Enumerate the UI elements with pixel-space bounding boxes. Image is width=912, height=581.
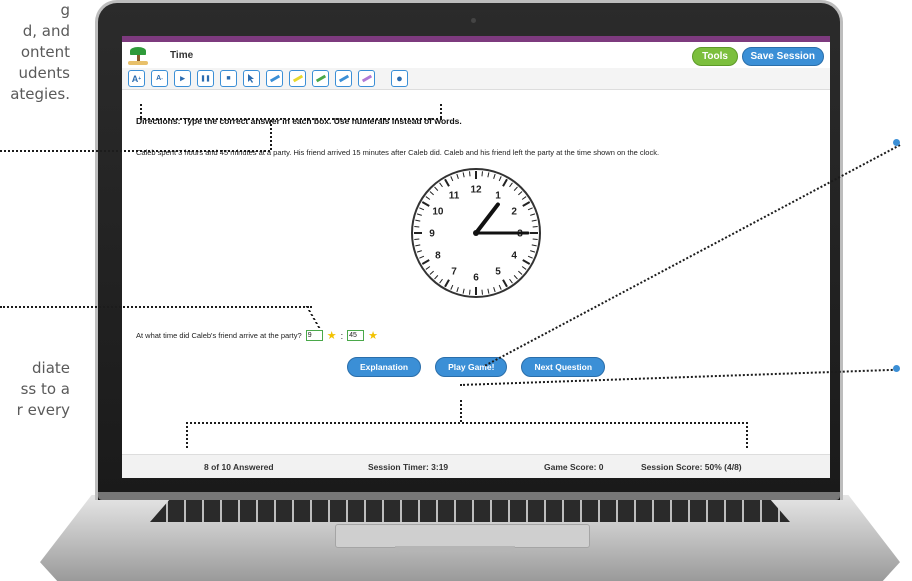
callout-dot-icon — [893, 365, 900, 372]
palm-tree-logo-icon — [128, 45, 148, 65]
highlighter-blue-icon[interactable] — [266, 70, 283, 87]
laptop-trackpad — [335, 524, 590, 548]
highlighter-purple-icon[interactable] — [358, 70, 375, 87]
clock-number: 9 — [429, 229, 435, 240]
side-copy-line: diate — [32, 359, 70, 377]
callout-line — [140, 118, 442, 120]
clock-tick — [414, 238, 420, 240]
side-copy-line: ategies. — [10, 85, 70, 103]
side-copy-line: ontent — [20, 43, 70, 61]
next-question-button[interactable]: Next Question — [521, 357, 606, 377]
question-text: At what time did Caleb's friend arrive a… — [136, 331, 302, 340]
clock-number: 11 — [449, 190, 460, 201]
callout-line — [186, 422, 748, 424]
stop-icon[interactable]: ■ — [220, 70, 237, 87]
clock-tick — [469, 171, 471, 177]
clock-tick — [532, 238, 538, 240]
side-copy-line: ss to a — [20, 380, 70, 398]
app-header: Time Tools Save Session — [122, 42, 830, 68]
clock-tick — [414, 226, 420, 228]
app-screen: Time Tools Save Session A + A- ▸ ❚❚ ■ ● D… — [122, 36, 830, 478]
explanation-button[interactable]: Explanation — [346, 357, 422, 377]
font-increase-button[interactable]: A + — [128, 70, 145, 87]
minute-input[interactable]: 45 — [347, 330, 365, 341]
analog-clock: 121234567891011 — [406, 163, 546, 303]
side-copy-top: g d, and ontent udents ategies. — [0, 0, 70, 105]
callout-line — [746, 422, 748, 448]
clock-number: 6 — [473, 273, 479, 284]
callout-line — [0, 150, 270, 152]
font-decrease-button[interactable]: A- — [151, 70, 168, 87]
session-score: Session Score: 50% (4/8) — [641, 461, 742, 472]
side-copy-line: d, and — [22, 22, 70, 40]
status-bar: 8 of 10 Answered Session Timer: 3:19 Gam… — [122, 454, 830, 478]
highlighter-yellow-icon[interactable] — [289, 70, 306, 87]
star-icon: ★ — [368, 330, 378, 342]
game-score: Game Score: 0 — [544, 461, 604, 472]
clock-number: 8 — [435, 251, 441, 262]
clock-number: 2 — [511, 207, 517, 218]
laptop-keyboard — [150, 500, 790, 522]
side-copy-line: g — [60, 1, 70, 19]
star-icon: ★ — [326, 330, 337, 342]
hour-input[interactable]: 9 — [305, 330, 323, 341]
highlighter-green-icon[interactable] — [312, 70, 329, 87]
record-icon[interactable]: ● — [391, 70, 408, 87]
answer-row: At what time did Caleb's friend arrive a… — [136, 329, 378, 342]
callout-line — [140, 104, 142, 118]
clock-number: 5 — [495, 267, 501, 278]
pause-icon[interactable]: ❚❚ — [197, 70, 214, 87]
question-area: Directions: Type the correct answer in e… — [122, 116, 830, 303]
clock-face: 121234567891011 — [411, 168, 541, 298]
clock-tick — [469, 289, 471, 295]
callout-dot-icon — [893, 139, 900, 146]
side-copy-line: udents — [18, 64, 70, 82]
save-session-button[interactable]: Save Session — [741, 47, 824, 66]
laptop-notch — [395, 546, 515, 552]
toolbar: A + A- ▸ ❚❚ ■ ● — [122, 68, 830, 90]
answered-count: 8 of 10 Answered — [204, 461, 274, 472]
clock-tick — [481, 171, 483, 177]
page-title: Time — [170, 49, 194, 61]
side-copy-middle: diate ss to a r every — [0, 358, 70, 421]
side-copy-line: r every — [16, 401, 70, 419]
callout-line — [270, 120, 272, 150]
callout-line — [186, 422, 188, 448]
clock-number: 12 — [470, 185, 482, 196]
play-icon[interactable]: ▸ — [174, 70, 191, 87]
clock-tick — [532, 226, 538, 228]
colon-separator: : — [340, 330, 344, 341]
pointer-select-icon[interactable] — [243, 70, 260, 87]
tools-button[interactable]: Tools — [692, 47, 738, 66]
clock-center — [473, 230, 479, 236]
callout-line — [440, 104, 442, 118]
highlighter-light-blue-icon[interactable] — [335, 70, 352, 87]
clock-number: 7 — [451, 267, 457, 278]
camera-icon — [471, 18, 476, 23]
callout-line — [460, 400, 462, 422]
clock-number: 1 — [495, 190, 501, 201]
laptop-hinge — [98, 492, 840, 500]
clock-number: 10 — [432, 207, 444, 218]
clock-tick — [481, 289, 483, 295]
callout-line — [0, 306, 312, 308]
session-timer: Session Timer: 3:19 — [368, 461, 449, 472]
clock-number: 4 — [511, 251, 517, 262]
